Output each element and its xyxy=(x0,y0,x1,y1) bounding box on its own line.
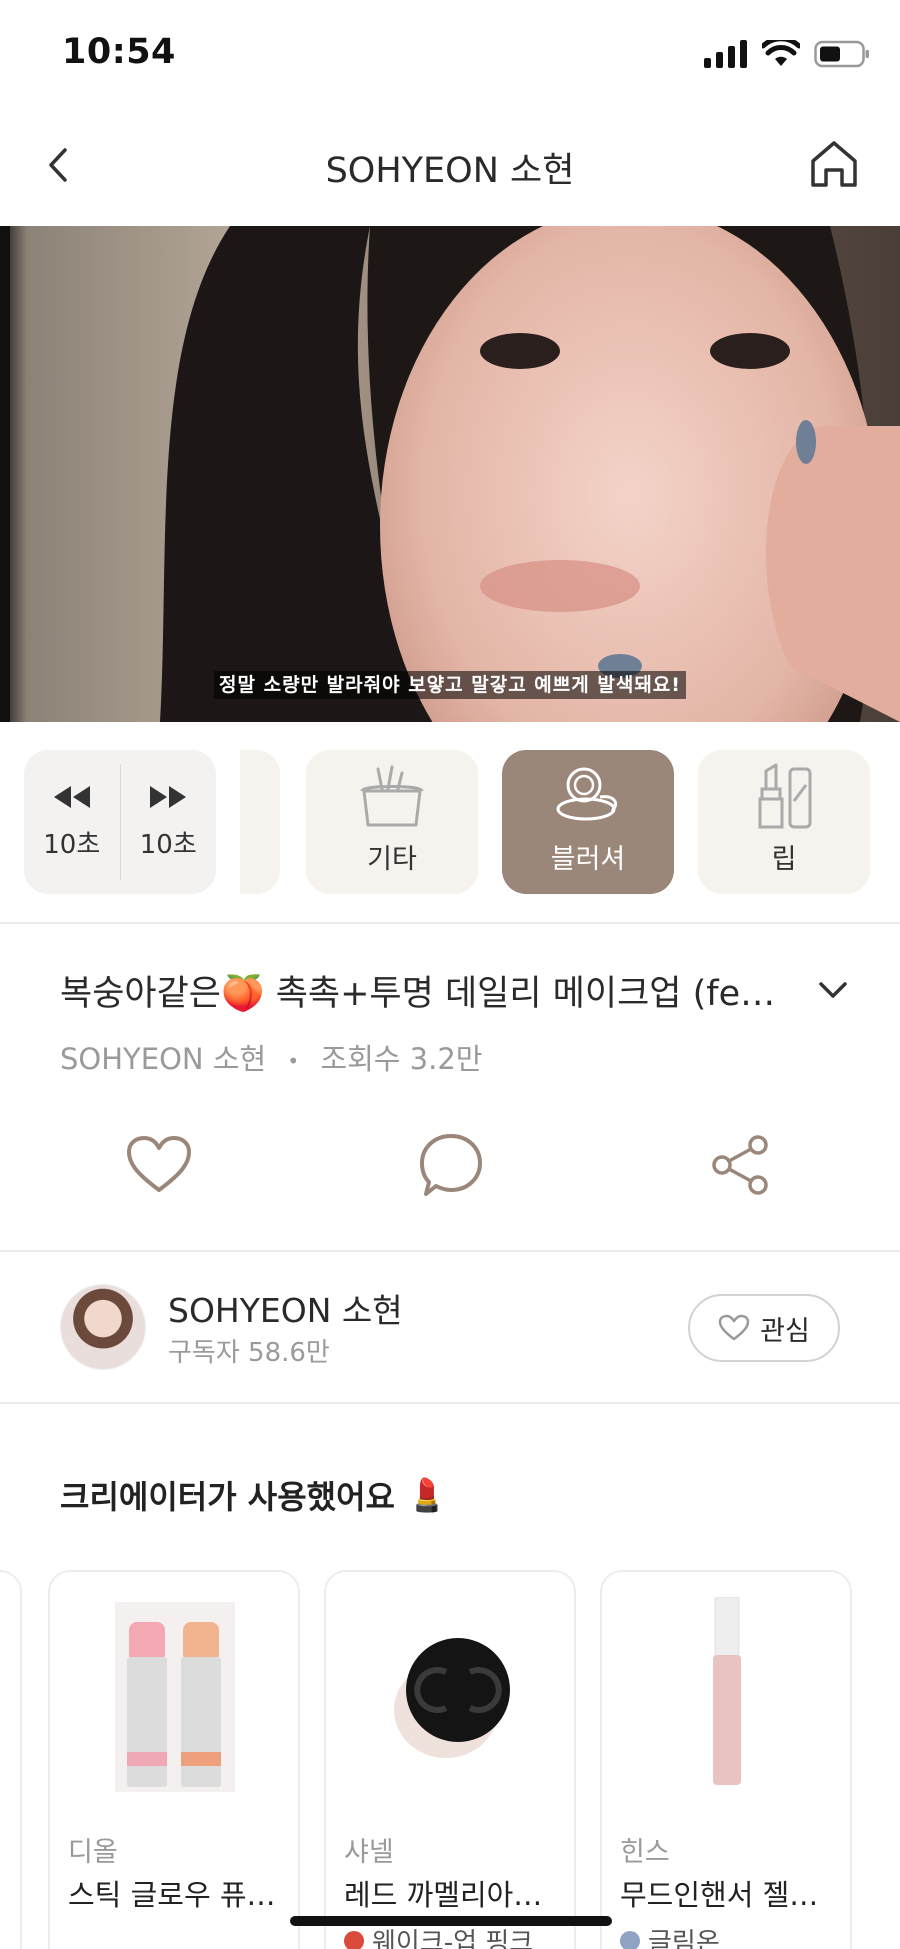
home-indicator xyxy=(290,1916,612,1926)
signal-icon xyxy=(704,40,747,68)
creator-row[interactable]: SOHYEON 소현 구독자 58.6만 관심 xyxy=(0,1258,900,1398)
lipstick-icon xyxy=(758,763,812,829)
seek-controls: 10초 10초 xyxy=(24,750,216,894)
battery-icon xyxy=(814,40,869,68)
dior-stick-image xyxy=(115,1602,235,1792)
shade-swatch xyxy=(620,1930,640,1949)
status-bar: 10:54 xyxy=(0,0,900,110)
nav-bar: SOHYEON 소현 xyxy=(0,118,900,228)
video-meta: SOHYEON 소현 • 조회수 3.2만 xyxy=(60,1036,482,1078)
product-card-partial[interactable] xyxy=(0,1570,22,1949)
expand-button[interactable] xyxy=(816,975,850,1005)
home-button[interactable] xyxy=(806,136,862,192)
rewind-label: 10초 xyxy=(43,829,101,860)
creator-name: SOHYEON 소현 xyxy=(168,1291,403,1330)
category-item-partial[interactable] xyxy=(240,750,280,894)
video-player[interactable]: 정말 소량만 발라줘야 보얗고 말갛고 예쁘게 발색돼요! xyxy=(0,226,900,722)
category-label: 기타 xyxy=(367,844,417,875)
product-brand: 디올 xyxy=(68,1837,118,1868)
product-shade: 웨이크-업 핑크 xyxy=(344,1922,533,1949)
wifi-icon xyxy=(762,40,800,66)
view-count: 조회수 3.2만 xyxy=(320,1042,483,1076)
chanel-cushion-image xyxy=(394,1638,510,1758)
shade-swatch xyxy=(344,1930,364,1949)
video-caption: 정말 소량만 발라줘야 보얗고 말갛고 예쁘게 발색돼요! xyxy=(0,670,900,699)
lipstick-emoji: 💄 xyxy=(406,1476,447,1514)
comment-button[interactable] xyxy=(416,1130,486,1200)
divider xyxy=(0,1250,900,1252)
chevron-down-icon xyxy=(819,982,847,998)
share-icon xyxy=(712,1135,768,1195)
product-image xyxy=(366,1602,536,1792)
section-title-text: 크리에이터가 사용했어요 xyxy=(60,1478,395,1516)
pouch-icon xyxy=(360,765,424,827)
share-button[interactable] xyxy=(706,1130,776,1200)
product-brand: 힌스 xyxy=(620,1837,670,1868)
rewind-icon xyxy=(53,785,90,808)
category-item-lip[interactable]: 립 xyxy=(698,750,870,894)
product-name: 무드인핸서 젤… xyxy=(620,1878,819,1912)
meta-separator: • xyxy=(287,1049,300,1073)
category-item-blusher[interactable]: 블러셔 xyxy=(502,750,674,894)
follow-button[interactable]: 관심 xyxy=(688,1294,840,1362)
product-name: 레드 까멜리아… xyxy=(344,1878,543,1912)
product-image xyxy=(90,1602,260,1792)
product-image xyxy=(642,1597,812,1792)
like-button[interactable] xyxy=(124,1130,194,1200)
divider xyxy=(0,922,900,924)
product-brand: 샤넬 xyxy=(344,1837,394,1868)
shade-name: 글림온 xyxy=(648,1928,720,1949)
product-card[interactable]: 샤넬 레드 까멜리아… 웨이크-업 핑크 xyxy=(324,1570,576,1949)
rewind-10s-button[interactable]: 10초 xyxy=(24,750,120,894)
category-item-other[interactable]: 기타 xyxy=(306,750,478,894)
video-title-row[interactable]: 복숭아같은🍑 촉촉+투명 데일리 메이크업 (fe… xyxy=(60,965,850,1025)
status-icons xyxy=(704,40,870,68)
home-icon xyxy=(811,141,857,187)
video-title: 복숭아같은🍑 촉촉+투명 데일리 메이크업 (fe… xyxy=(60,974,776,1014)
product-card[interactable]: 디올 스틱 글로우 퓨… xyxy=(48,1570,300,1949)
shade-name: 웨이크-업 핑크 xyxy=(372,1928,534,1949)
avatar[interactable] xyxy=(60,1284,146,1370)
status-time: 10:54 xyxy=(62,32,176,72)
compact-icon xyxy=(556,767,617,821)
video-caption-text: 정말 소량만 발라줘야 보얗고 말갛고 예쁘게 발색돼요! xyxy=(214,671,686,699)
category-label: 립 xyxy=(771,844,797,875)
action-bar xyxy=(0,1130,900,1200)
follow-label: 관심 xyxy=(760,1315,810,1347)
heart-icon xyxy=(127,1136,191,1192)
product-card[interactable]: 힌스 무드인핸서 젤… 글림온 xyxy=(600,1570,852,1949)
forward-label: 10초 xyxy=(139,829,197,860)
category-label: 블러셔 xyxy=(550,844,626,875)
forward-10s-button[interactable]: 10초 xyxy=(121,750,217,894)
hince-lip-gel-image xyxy=(713,1597,741,1785)
controls-row: 10초 10초 기타 블러셔 립 xyxy=(0,748,900,900)
divider xyxy=(0,1402,900,1404)
channel-name: SOHYEON 소현 xyxy=(60,1042,267,1076)
subscriber-count: 구독자 58.6만 xyxy=(168,1338,330,1368)
page-title: SOHYEON 소현 xyxy=(325,151,575,191)
comment-icon xyxy=(420,1134,482,1196)
fast-forward-icon xyxy=(150,785,187,808)
video-frame xyxy=(0,226,900,722)
product-carousel[interactable]: 디올 스틱 글로우 퓨… 샤넬 레드 까멜리아… 웨이크-업 핑크 힌스 무드인… xyxy=(0,1570,900,1949)
product-name: 스틱 글로우 퓨… xyxy=(68,1878,276,1912)
product-shade: 글림온 xyxy=(620,1922,720,1949)
heart-outline-icon xyxy=(718,1314,750,1341)
section-title: 크리에이터가 사용했어요 💄 xyxy=(60,1472,447,1518)
